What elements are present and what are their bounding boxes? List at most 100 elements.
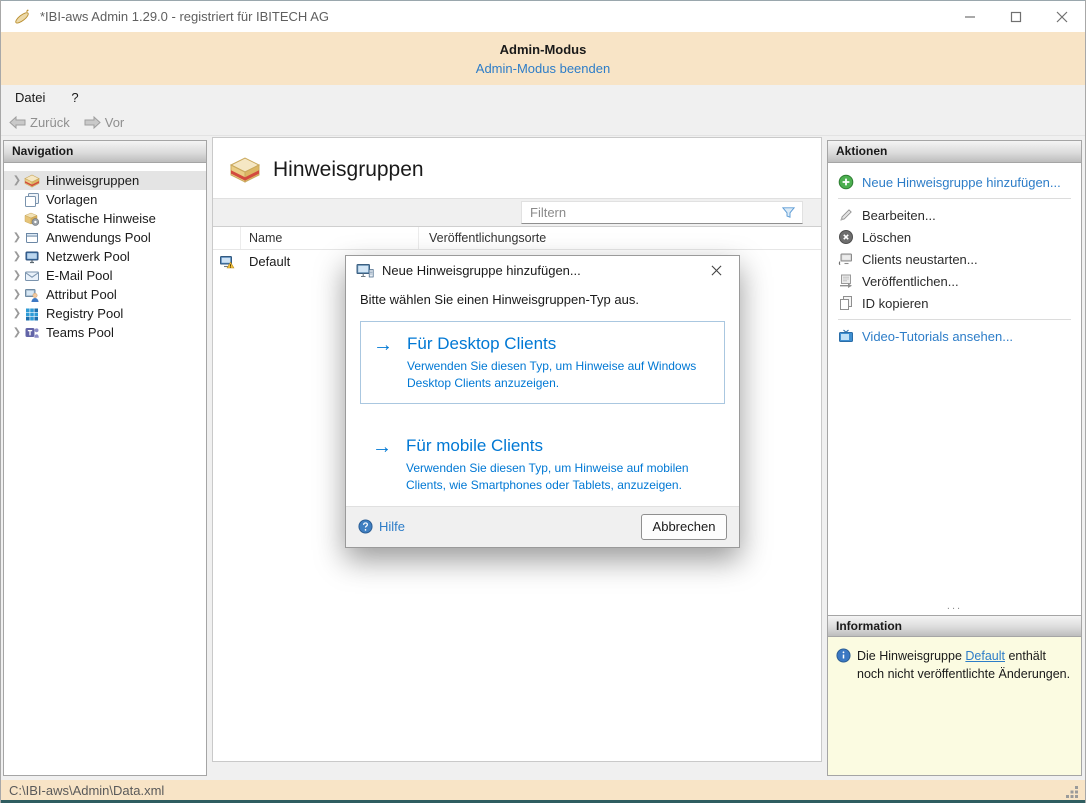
edit-pencil-icon (840, 209, 852, 221)
nav-item-teams-pool[interactable]: ❯ Teams Pool (4, 323, 206, 342)
information-text: Die Hinweisgruppe Default enthält noch n… (857, 649, 1071, 682)
minimize-button[interactable] (947, 1, 993, 32)
admin-mode-title: Admin-Modus (499, 41, 587, 57)
option-title: Für Desktop Clients (407, 333, 557, 353)
panel-splitter-handle[interactable]: ... (828, 601, 1081, 615)
nav-item-attribut-pool[interactable]: ❯ Attribut Pool (4, 285, 206, 304)
nav-label: Statische Hinweise (46, 211, 156, 226)
column-locations[interactable]: Veröffentlichungsorte (419, 227, 821, 249)
nav-label: Teams Pool (46, 325, 114, 340)
nav-label: Vorlagen (46, 192, 98, 207)
hinweisgruppen-icon (24, 174, 40, 187)
back-button[interactable]: Zurück (9, 115, 70, 130)
navigation-list: ❯ Hinweisgruppen Vorlagen Statische Hinw… (4, 163, 206, 342)
actions-list: Neue Hinweisgruppe hinzufügen... Bearbei… (828, 163, 1081, 347)
dialog-footer: Hilfe Abbrechen (346, 505, 739, 547)
actions-header: Aktionen (828, 141, 1081, 163)
separator (838, 198, 1071, 199)
nav-item-email-pool[interactable]: ❯ E-Mail Pool (4, 266, 206, 285)
dialog-prompt: Bitte wählen Sie einen Hinweisgruppen-Ty… (360, 291, 639, 307)
hinweisgruppen-page-icon (229, 157, 261, 183)
actions-panel: Aktionen Neue Hinweisgruppe hinzufügen..… (827, 140, 1082, 776)
nav-item-statische-hinweise[interactable]: Statische Hinweise (4, 209, 206, 228)
navigation-header: Navigation (4, 141, 206, 163)
nav-item-registry-pool[interactable]: ❯ Registry Pool (4, 304, 206, 323)
nav-item-hinweisgruppen[interactable]: ❯ Hinweisgruppen (4, 171, 206, 190)
action-clients-neustarten[interactable]: Clients neustarten... (828, 248, 1081, 270)
chevron-right-icon[interactable]: ❯ (10, 289, 24, 300)
dialog-titlebar: Neue Hinweisgruppe hinzufügen... (346, 256, 739, 286)
filter-input[interactable] (522, 205, 781, 220)
filter-funnel-icon[interactable] (781, 205, 796, 220)
action-video-tutorials[interactable]: Video-Tutorials ansehen... (828, 325, 1081, 347)
email-pool-icon (25, 271, 39, 281)
window-controls (947, 1, 1085, 32)
hinweisgruppe-row-icon (220, 255, 235, 268)
info-icon (836, 648, 851, 663)
netzwerk-pool-icon (25, 251, 39, 263)
registry-pool-icon (26, 308, 38, 320)
action-loeschen[interactable]: Löschen (828, 226, 1081, 248)
cancel-button[interactable]: Abbrechen (641, 513, 727, 540)
statische-hinweise-icon (24, 212, 40, 226)
option-description: Verwenden Sie diesen Typ, um Hinweise au… (407, 358, 697, 390)
chevron-right-icon[interactable]: ❯ (10, 232, 24, 243)
nav-label: Anwendungs Pool (46, 230, 151, 245)
option-desktop-clients[interactable]: → Für Desktop Clients Verwenden Sie dies… (360, 320, 725, 405)
forward-arrow-icon (84, 115, 101, 129)
nav-item-vorlagen[interactable]: Vorlagen (4, 190, 206, 209)
action-veroeffentlichen[interactable]: Veröffentlichen... (828, 270, 1081, 292)
action-add-hinweisgruppe[interactable]: Neue Hinweisgruppe hinzufügen... (828, 171, 1081, 193)
teams-pool-icon (25, 327, 39, 338)
add-icon (838, 174, 854, 190)
default-group-link[interactable]: Default (965, 649, 1005, 663)
content-header: Hinweisgruppen (213, 138, 821, 198)
maximize-button[interactable] (993, 1, 1039, 32)
add-hinweisgruppe-dialog: Neue Hinweisgruppe hinzufügen... Bitte w… (345, 255, 740, 548)
menubar: Datei ? (1, 85, 1085, 109)
option-description: Verwenden Sie diesen Typ, um Hinweise au… (406, 461, 689, 493)
vorlagen-icon (25, 192, 39, 207)
page-title: Hinweisgruppen (273, 158, 424, 181)
toolbar: Zurück Vor (1, 109, 1085, 136)
titlebar: *IBI-aws Admin 1.29.0 - registriert für … (1, 0, 1085, 32)
table-header: Name Veröffentlichungsorte (213, 227, 821, 250)
help-icon (358, 519, 373, 535)
dialog-monitor-icon (356, 263, 374, 278)
forward-label: Vor (104, 114, 125, 130)
chevron-right-icon[interactable]: ❯ (10, 175, 24, 186)
column-name[interactable]: Name (241, 227, 419, 249)
column-icon (213, 227, 241, 249)
action-bearbeiten[interactable]: Bearbeiten... (828, 204, 1081, 226)
dialog-title: Neue Hinweisgruppe hinzufügen... (382, 263, 581, 279)
nav-label: Registry Pool (46, 306, 124, 321)
window-title: *IBI-aws Admin 1.29.0 - registriert für … (40, 9, 329, 24)
arrow-right-icon: → (372, 436, 392, 459)
copy-icon (840, 296, 852, 310)
close-icon (711, 265, 721, 276)
navigation-panel: Navigation ❯ Hinweisgruppen Vorlagen Sta… (3, 140, 207, 776)
nav-item-netzwerk-pool[interactable]: ❯ Netzwerk Pool (4, 247, 206, 266)
filter-band (213, 198, 821, 227)
data-file-path: C:\IBI-aws\Admin\Data.xml (9, 782, 165, 798)
menu-help[interactable]: ? (71, 90, 78, 105)
chevron-right-icon[interactable]: ❯ (10, 251, 24, 262)
admin-mode-exit-link[interactable]: Admin-Modus beenden (476, 61, 610, 76)
close-button[interactable] (1039, 1, 1085, 32)
action-id-kopieren[interactable]: ID kopieren (828, 292, 1081, 314)
chevron-right-icon[interactable]: ❯ (10, 308, 24, 319)
chevron-right-icon[interactable]: ❯ (10, 270, 24, 281)
anwendungs-pool-icon (26, 232, 38, 243)
chevron-right-icon[interactable]: ❯ (10, 327, 24, 338)
help-link[interactable]: Hilfe (358, 519, 641, 534)
statusbar: C:\IBI-aws\Admin\Data.xml (1, 780, 1085, 800)
nav-label: E-Mail Pool (46, 268, 113, 283)
nav-label: Netzwerk Pool (46, 249, 130, 264)
resize-grip[interactable] (1066, 785, 1079, 798)
menu-datei[interactable]: Datei (15, 90, 45, 105)
forward-button[interactable]: Vor (84, 114, 125, 130)
dialog-close-button[interactable] (703, 259, 729, 283)
option-mobile-clients[interactable]: → Für mobile Clients Verwenden Sie diese… (360, 424, 725, 506)
delete-icon (839, 230, 853, 244)
nav-item-anwendungs-pool[interactable]: ❯ Anwendungs Pool (4, 228, 206, 247)
